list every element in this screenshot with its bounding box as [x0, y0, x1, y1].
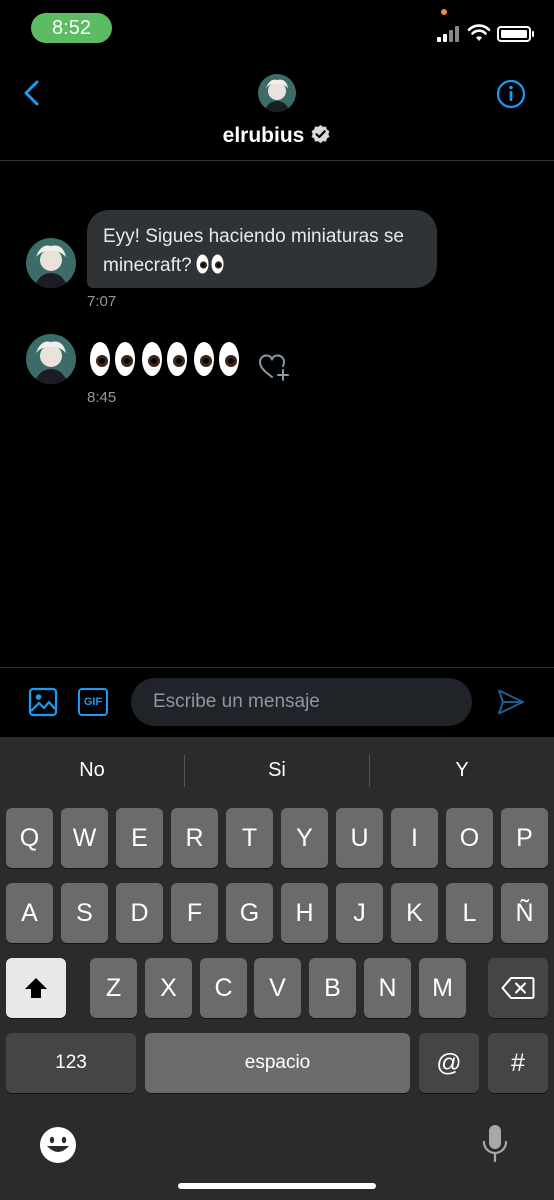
message-timestamp: 8:45: [87, 389, 117, 406]
home-indicator[interactable]: [178, 1183, 376, 1189]
gif-button[interactable]: GIF: [78, 688, 108, 716]
eyes-emoji: [196, 254, 224, 274]
image-icon[interactable]: [28, 687, 58, 717]
contact-name: elrubius: [222, 124, 305, 147]
conversation-title[interactable]: elrubius: [0, 124, 554, 148]
key-f[interactable]: F: [171, 883, 218, 943]
privacy-indicator-dot: [441, 9, 447, 15]
keyboard: No Si Y Q W E R T Y U I O P A S D F G H …: [0, 737, 554, 1200]
wifi-icon: [467, 24, 491, 41]
key-x[interactable]: X: [145, 958, 192, 1018]
message-bubble[interactable]: Eyy! Sigues haciendo miniaturas se minec…: [87, 210, 437, 288]
key-m[interactable]: M: [419, 958, 466, 1018]
key-j[interactable]: J: [336, 883, 383, 943]
key-a[interactable]: A: [6, 883, 53, 943]
shift-key[interactable]: [6, 958, 66, 1018]
message-text: Eyy! Sigues haciendo miniaturas se minec…: [103, 226, 404, 276]
status-bar: 8:52: [0, 0, 554, 56]
key-i[interactable]: I: [391, 808, 438, 868]
message-timestamp: 7:07: [87, 293, 117, 310]
backspace-icon: [501, 977, 535, 999]
add-reaction-heart-icon[interactable]: [258, 352, 290, 382]
sender-avatar[interactable]: [26, 238, 76, 288]
numbers-key[interactable]: 123: [6, 1033, 136, 1093]
eyes-emoji: [194, 342, 239, 376]
key-w[interactable]: W: [61, 808, 108, 868]
shift-arrow-icon: [25, 978, 47, 998]
send-icon[interactable]: [496, 687, 526, 717]
status-time[interactable]: 8:52: [31, 13, 112, 43]
suggestion-item[interactable]: No: [0, 737, 184, 803]
sender-avatar[interactable]: [26, 334, 76, 384]
info-icon[interactable]: [496, 79, 526, 109]
key-t[interactable]: T: [226, 808, 273, 868]
backspace-key[interactable]: [488, 958, 548, 1018]
verified-badge-icon: [311, 124, 330, 144]
key-o[interactable]: O: [446, 808, 493, 868]
back-arrow-icon[interactable]: [18, 76, 48, 110]
key-l[interactable]: L: [446, 883, 493, 943]
conversation-header: elrubius: [0, 56, 554, 161]
battery-icon: [497, 26, 534, 42]
key-u[interactable]: U: [336, 808, 383, 868]
key-e[interactable]: E: [116, 808, 163, 868]
suggestion-bar: No Si Y: [0, 737, 554, 803]
key-c[interactable]: C: [200, 958, 247, 1018]
microphone-icon[interactable]: [482, 1124, 508, 1164]
key-b[interactable]: B: [309, 958, 356, 1018]
emoji-message[interactable]: [89, 340, 241, 378]
key-h[interactable]: H: [281, 883, 328, 943]
key-s[interactable]: S: [61, 883, 108, 943]
space-key[interactable]: espacio: [145, 1033, 410, 1093]
message-input[interactable]: [131, 678, 472, 726]
key-g[interactable]: G: [226, 883, 273, 943]
suggestion-item[interactable]: Y: [370, 737, 554, 803]
key-z[interactable]: Z: [90, 958, 137, 1018]
at-key[interactable]: @: [419, 1033, 479, 1093]
eyes-emoji: [90, 342, 135, 376]
key-v[interactable]: V: [254, 958, 301, 1018]
key-k[interactable]: K: [391, 883, 438, 943]
hash-key[interactable]: #: [488, 1033, 548, 1093]
emoji-icon[interactable]: [39, 1126, 77, 1164]
key-r[interactable]: R: [171, 808, 218, 868]
key-p[interactable]: P: [501, 808, 548, 868]
key-n[interactable]: N: [364, 958, 411, 1018]
header-avatar[interactable]: [258, 74, 296, 112]
cellular-signal-icon: [437, 26, 463, 42]
key-q[interactable]: Q: [6, 808, 53, 868]
suggestion-item[interactable]: Si: [185, 737, 369, 803]
key-y[interactable]: Y: [281, 808, 328, 868]
eyes-emoji: [142, 342, 187, 376]
key-enye[interactable]: Ñ: [501, 883, 548, 943]
key-d[interactable]: D: [116, 883, 163, 943]
message-composer: GIF: [0, 667, 554, 737]
